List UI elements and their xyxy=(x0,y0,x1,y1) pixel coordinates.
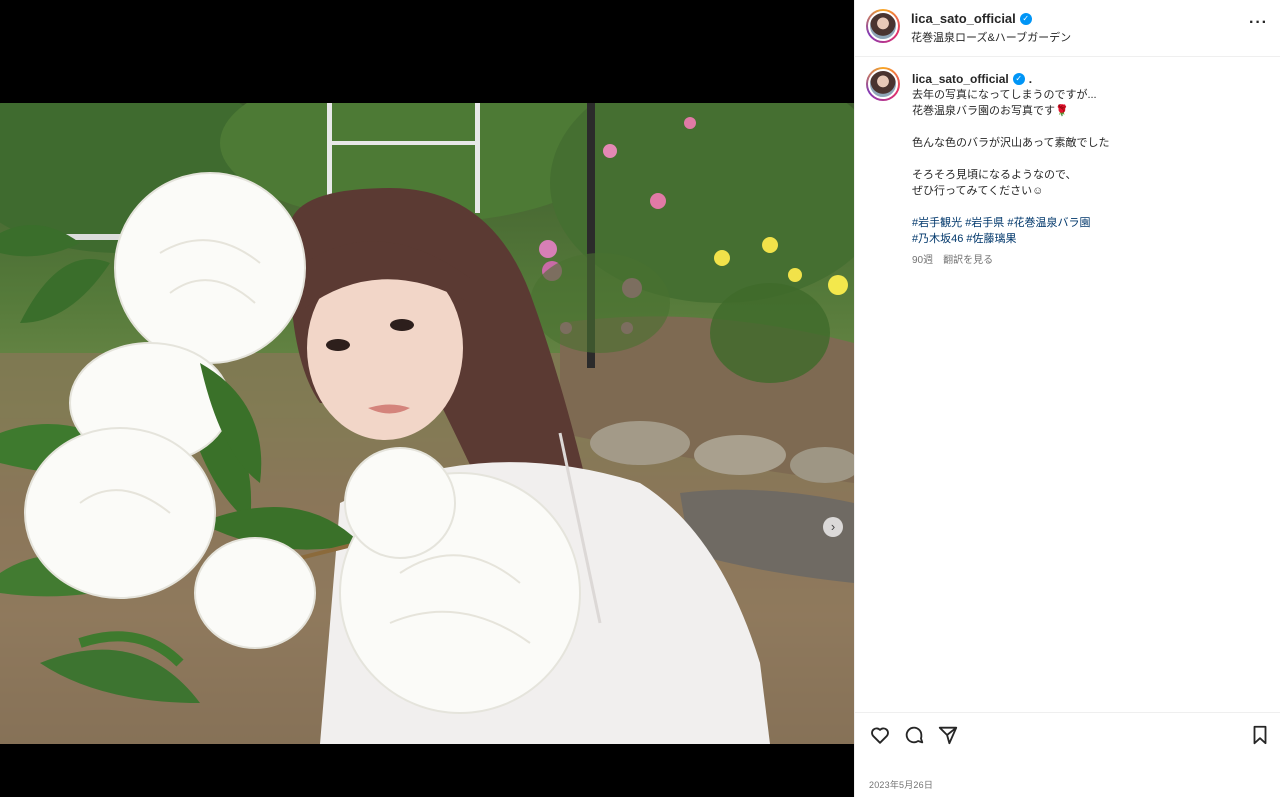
chevron-right-icon: › xyxy=(830,519,836,534)
caption-username[interactable]: lica_sato_official xyxy=(912,71,1009,87)
caption-suffix: . xyxy=(1028,72,1033,86)
caption-line: そろそろ見頃になるようなので、 xyxy=(912,169,1077,181)
caption-line: 去年の写真になってしまうのですが... xyxy=(912,89,1097,101)
post-side-panel: lica_sato_official ✓ 花巻温泉ローズ&ハーブガーデン ···… xyxy=(854,0,1280,797)
caption-line: 色んな色のバラが沢山あって素敵でした xyxy=(912,137,1110,149)
heart-icon[interactable] xyxy=(869,724,891,746)
post-age: 90週 xyxy=(912,255,934,266)
hashtag-link[interactable]: #岩手県 xyxy=(965,217,1004,229)
verified-badge-icon: ✓ xyxy=(1019,12,1032,25)
avatar[interactable] xyxy=(866,9,900,43)
action-bar xyxy=(855,712,1280,756)
verified-badge-icon: ✓ xyxy=(1012,73,1025,85)
more-options-icon[interactable]: ··· xyxy=(1249,14,1268,32)
hashtag-link[interactable]: #佐藤璃果 xyxy=(966,233,1016,245)
post-date: 2023年5月26日 xyxy=(869,780,934,790)
post-media-area: › xyxy=(0,0,854,797)
caption-line: 花巻温泉バラ園のお写真です🌹 xyxy=(912,105,1069,117)
comment-icon[interactable] xyxy=(903,724,925,746)
caption-avatar[interactable] xyxy=(866,67,900,101)
caption-line: ぜひ行ってみてください☺︎ xyxy=(912,185,1044,197)
paper-plane-icon[interactable] xyxy=(937,724,959,746)
hashtag-link[interactable]: #岩手観光 xyxy=(912,217,962,229)
translate-link[interactable]: 翻訳を見る xyxy=(943,253,993,269)
carousel-next-button[interactable]: › xyxy=(823,517,843,537)
hashtag-row: #岩手観光 #岩手県 #花巻温泉バラ園 xyxy=(912,215,1262,231)
header-username[interactable]: lica_sato_official xyxy=(911,11,1016,26)
post-header: lica_sato_official ✓ 花巻温泉ローズ&ハーブガーデン ··· xyxy=(855,0,1280,57)
bookmark-icon[interactable] xyxy=(1249,724,1271,746)
header-username-row: lica_sato_official ✓ xyxy=(911,11,1032,26)
hashtag-row: #乃木坂46 #佐藤璃果 xyxy=(912,231,1262,247)
hashtag-link[interactable]: #乃木坂46 xyxy=(912,233,963,245)
caption-meta: 90週 翻訳を見る xyxy=(912,253,1262,269)
post-caption: lica_sato_official ✓ . 去年の写真になってしまうのですが.… xyxy=(912,71,1262,269)
caption-username-row: lica_sato_official ✓ . xyxy=(912,71,1262,87)
hashtag-link[interactable]: #花巻温泉バラ園 xyxy=(1007,217,1090,229)
post-location[interactable]: 花巻温泉ローズ&ハーブガーデン xyxy=(911,29,1071,45)
post-photo[interactable]: › xyxy=(0,103,854,744)
photo-illustration xyxy=(0,103,854,744)
